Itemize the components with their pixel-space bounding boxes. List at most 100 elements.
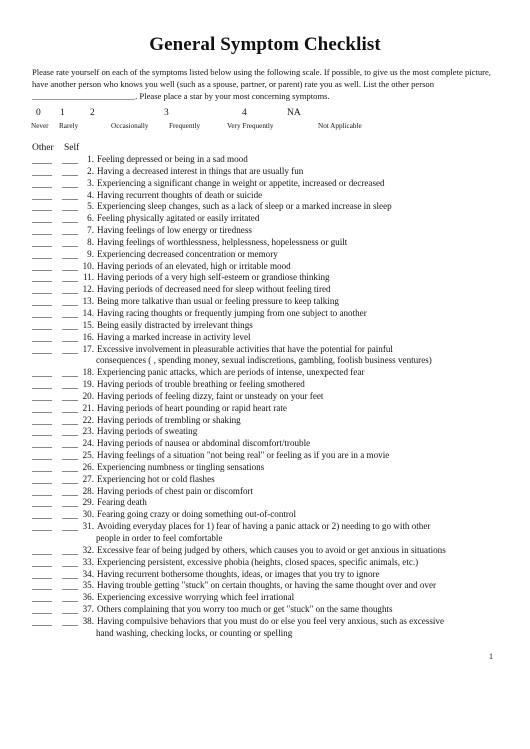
self-rating-blank[interactable] (62, 225, 78, 236)
self-rating-blank[interactable] (62, 616, 78, 626)
item-text-continuation: hand washing, checking locks, or countin… (96, 627, 293, 638)
item-text-continuation: people in order to feel comfortable (96, 533, 223, 543)
item-number: 36. (82, 592, 94, 603)
symptom-list: 1. Feeling depressed or being in a sad mo… (32, 154, 512, 640)
self-rating-blank[interactable] (62, 332, 78, 342)
item-text: Having feelings of low energy or tiredne… (97, 225, 252, 236)
item-number: 19. (82, 379, 94, 390)
item-text: Having periods of nausea or abdominal di… (97, 438, 311, 449)
self-rating-blank[interactable] (62, 296, 78, 307)
other-rating-blank[interactable] (32, 497, 52, 508)
self-rating-blank[interactable] (62, 249, 78, 259)
item-number: 30. (82, 509, 94, 520)
self-rating-blank[interactable] (62, 450, 78, 461)
self-rating-blank[interactable] (62, 344, 78, 354)
other-rating-blank[interactable] (32, 320, 52, 330)
symptom-item: 38. Having compulsive behaviors that you … (32, 616, 512, 628)
self-rating-blank[interactable] (62, 379, 78, 390)
other-rating-blank[interactable] (32, 308, 52, 318)
other-rating-blank[interactable] (32, 379, 52, 390)
other-rating-blank[interactable] (32, 367, 52, 378)
self-rating-blank[interactable] (62, 521, 78, 532)
other-rating-blank[interactable] (32, 616, 52, 626)
self-rating-blank[interactable] (62, 367, 78, 378)
other-rating-blank[interactable] (32, 592, 52, 603)
self-rating-blank[interactable] (62, 557, 78, 567)
other-rating-blank[interactable] (32, 426, 52, 437)
self-rating-blank[interactable] (62, 178, 78, 188)
other-rating-blank[interactable] (32, 284, 52, 295)
self-rating-blank[interactable] (62, 190, 78, 200)
other-rating-blank[interactable] (32, 272, 52, 283)
self-rating-blank[interactable] (62, 237, 78, 247)
other-rating-blank[interactable] (32, 332, 52, 342)
item-number: 28. (82, 485, 94, 496)
self-rating-blank[interactable] (62, 261, 78, 271)
symptom-item: 1. Feeling depressed or being in a sad mo… (32, 154, 512, 166)
self-rating-blank[interactable] (62, 545, 78, 555)
other-rating-blank[interactable] (32, 604, 52, 615)
other-rating-blank[interactable] (32, 486, 52, 496)
symptom-item: 19. Having periods of trouble breathing o… (32, 379, 512, 391)
other-rating-blank[interactable] (32, 450, 52, 461)
self-rating-blank[interactable] (62, 154, 78, 164)
symptom-item: 13. Being more talkative than usual or fe… (32, 296, 512, 308)
self-rating-blank[interactable] (62, 426, 78, 437)
other-rating-blank[interactable] (32, 391, 52, 401)
self-rating-blank[interactable] (62, 166, 78, 176)
self-rating-blank[interactable] (62, 486, 78, 496)
other-rating-blank[interactable] (32, 296, 52, 307)
other-rating-blank[interactable] (32, 166, 52, 176)
other-rating-blank[interactable] (32, 545, 52, 555)
self-rating-blank[interactable] (62, 403, 78, 413)
other-rating-blank[interactable] (32, 580, 52, 591)
other-rating-blank[interactable] (32, 403, 52, 413)
item-number: 15. (82, 319, 94, 330)
item-text: Experiencing decreased concentration or … (97, 248, 278, 259)
self-rating-blank[interactable] (62, 272, 78, 283)
other-rating-blank[interactable] (32, 521, 52, 532)
item-number: 17. (82, 343, 94, 354)
self-rating-blank[interactable] (62, 201, 78, 212)
self-rating-blank[interactable] (62, 497, 78, 508)
other-rating-blank[interactable] (32, 569, 52, 579)
other-rating-blank[interactable] (32, 237, 52, 247)
self-rating-blank[interactable] (62, 474, 78, 484)
self-rating-blank[interactable] (62, 604, 78, 615)
self-rating-blank[interactable] (62, 569, 78, 579)
scale-label: Never (31, 122, 49, 130)
other-rating-blank[interactable] (32, 213, 52, 224)
other-rating-blank[interactable] (32, 438, 52, 449)
self-rating-blank[interactable] (62, 213, 78, 224)
self-rating-blank[interactable] (62, 592, 78, 603)
self-rating-blank[interactable] (62, 391, 78, 401)
symptom-item: 10. Having periods of an elevated, high o… (32, 261, 512, 273)
item-number: 25. (82, 450, 94, 461)
other-rating-blank[interactable] (32, 190, 52, 200)
other-rating-blank[interactable] (32, 474, 52, 484)
other-rating-blank[interactable] (32, 509, 52, 520)
symptom-item: 6. Feeling physically agitated or easily … (32, 213, 512, 225)
other-rating-blank[interactable] (32, 201, 52, 212)
other-rating-blank[interactable] (32, 462, 52, 472)
item-text: Having recurrent bothersome thoughts, id… (97, 568, 380, 579)
other-rating-blank[interactable] (32, 415, 52, 425)
other-rating-blank[interactable] (32, 154, 52, 164)
self-rating-blank[interactable] (62, 284, 78, 295)
symptom-item: 15. Being easily distracted by irrelevant… (32, 320, 512, 332)
self-rating-blank[interactable] (62, 509, 78, 520)
other-rating-blank[interactable] (32, 249, 52, 259)
other-rating-blank[interactable] (32, 344, 52, 354)
self-rating-blank[interactable] (62, 320, 78, 330)
other-rating-blank[interactable] (32, 261, 52, 271)
self-rating-blank[interactable] (62, 462, 78, 472)
self-rating-blank[interactable] (62, 580, 78, 591)
self-rating-blank[interactable] (62, 415, 78, 425)
self-rating-blank[interactable] (62, 308, 78, 318)
self-rating-blank[interactable] (62, 438, 78, 449)
other-rating-blank[interactable] (32, 225, 52, 236)
other-rating-blank[interactable] (32, 557, 52, 567)
item-text: Having periods of an elevated, high or i… (97, 260, 291, 271)
item-number: 37. (82, 604, 94, 615)
other-rating-blank[interactable] (32, 178, 52, 188)
